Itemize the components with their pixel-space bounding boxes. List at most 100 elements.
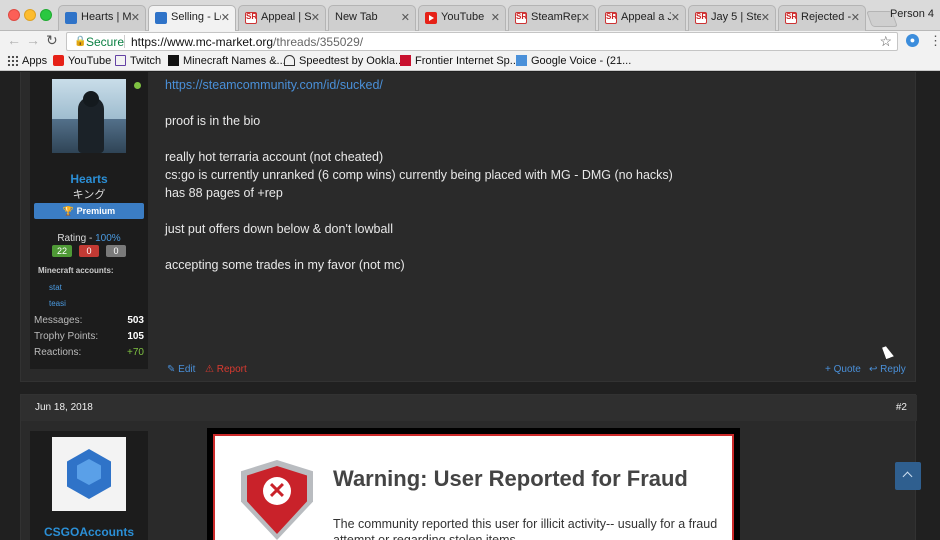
chrome-menu-icon[interactable]: ⋮ [929,33,940,49]
tab-hearts[interactable]: Hearts | MC ✕ [58,5,146,31]
post-header: Jun 18, 2018 #2 [21,395,917,421]
tab-new-tab[interactable]: New Tab ✕ [328,5,416,31]
url-path: /threads/355029/ [273,35,364,49]
close-tab-icon[interactable]: ✕ [581,11,590,24]
post-1: Hearts キング 🏆 Premium Rating - 100% 22 0 … [20,72,916,382]
tab-selling[interactable]: Selling - Le ✕ [148,5,236,32]
close-tab-icon[interactable]: ✕ [671,11,680,24]
back-arrow-icon[interactable]: ← [7,32,21,48]
frontier-icon [400,55,411,66]
minimize-window-button[interactable] [24,9,36,21]
mcm-favicon-icon [155,12,167,24]
url-text[interactable]: https://www.mc-market.org/threads/355029… [131,35,363,49]
bookmark-apps[interactable]: Apps [7,55,47,67]
minecraft-account-link[interactable]: teasi [49,299,66,308]
profile-name[interactable]: Person 4 [890,8,934,20]
close-window-button[interactable] [8,9,20,21]
maximize-window-button[interactable] [40,9,52,21]
online-status-icon [134,82,141,89]
tab-steamrep[interactable]: SteamRep ✕ [508,5,596,31]
steamrep-favicon-icon [605,12,617,24]
tab-appeal[interactable]: Appeal | St ✕ [238,5,326,31]
stat-messages: Messages: 503 [34,315,144,326]
steamrep-favicon-icon [785,12,797,24]
rating-neutral[interactable]: 0 [106,245,126,257]
rating-negative[interactable]: 0 [79,245,99,257]
bookmark-speedtest[interactable]: Speedtest by Ookla... [284,55,404,67]
error-x-icon: ✕ [263,477,291,505]
steamrep-favicon-icon [695,12,707,24]
username[interactable]: CSGOAccounts [30,525,148,539]
user-title: キング [72,189,106,201]
tab-rejected[interactable]: Rejected - A ✕ [778,5,866,31]
warning-title: Warning: User Reported for Fraud [333,466,688,491]
stat-reactions: Reactions: +70 [34,347,144,358]
post-line: has 88 pages of +rep [165,186,283,200]
lock-icon: 🔒 [74,36,87,47]
username[interactable]: Hearts [30,172,148,186]
pencil-icon: ✎ [167,364,179,375]
post-line: cs:go is currently unranked (6 comp wins… [165,168,673,182]
extension-icon[interactable]: ● [906,34,919,47]
close-tab-icon[interactable]: ✕ [311,11,320,24]
warning-text: The community reported this user for ill… [333,517,718,540]
forum-page: Hearts キング 🏆 Premium Rating - 100% 22 0 … [0,72,940,540]
stat-trophy-points: Trophy Points: 105 [34,331,144,342]
browser-toolbar: ← → ↻ 🔒 Secure https://www.mc-market.org… [0,31,940,52]
close-tab-icon[interactable]: ✕ [401,11,410,24]
rating-label: Rating - 100% [57,233,121,244]
close-tab-icon[interactable]: ✕ [131,11,140,24]
mcm-favicon-icon [65,12,77,24]
reply-button[interactable]: ↩ Reply [869,364,906,375]
tab-appeal-judgement[interactable]: Appeal a Ju ✕ [598,5,686,31]
bookmark-twitch[interactable]: Twitch [115,55,161,67]
tab-strip: Hearts | MC ✕ Selling - Le ✕ Appeal | St… [0,0,940,32]
minecraft-account-link[interactable]: stat [49,283,62,292]
post-line: proof is in the bio [165,114,261,128]
rating-positive[interactable]: 22 [52,245,72,257]
apps-grid-icon [7,55,18,66]
close-tab-icon[interactable]: ✕ [761,11,770,24]
edit-button[interactable]: ✎ Edit [167,364,195,375]
avatar[interactable] [52,79,126,153]
reload-icon[interactable]: ↻ [46,32,58,49]
avatar[interactable] [52,437,126,511]
close-tab-icon[interactable]: ✕ [851,11,860,24]
post-line: just put offers down below & don't lowba… [165,222,393,236]
post-line: accepting some trades in my favor (not m… [165,258,405,272]
bookmarks-bar: Apps YouTube Twitch Minecraft Names &...… [0,52,940,71]
scroll-to-top-button[interactable] [895,462,921,490]
bookmark-google-voice[interactable]: Google Voice - (21... [516,55,631,67]
report-button[interactable]: ⚠ Report [205,364,247,375]
reply-arrow-icon: ↩ [869,364,881,375]
steamrep-favicon-icon [245,12,257,24]
warning-icon: ⚠ [205,364,217,375]
forward-arrow-icon[interactable]: → [26,32,40,48]
google-voice-icon [516,55,527,66]
speedtest-icon [284,55,295,66]
namemc-icon [168,55,179,66]
post-line: really hot terraria account (not cheated… [165,150,384,164]
bookmark-minecraft-names[interactable]: Minecraft Names &... [168,55,286,67]
tab-jay5[interactable]: Jay 5 | Stea ✕ [688,5,776,31]
quote-button[interactable]: + Quote [825,364,861,375]
url-host: https://www.mc-market.org [131,35,274,49]
user-info-panel: Hearts キング 🏆 Premium Rating - 100% 22 0 … [30,72,148,369]
address-bar[interactable]: 🔒 Secure https://www.mc-market.org/threa… [66,32,898,51]
trophy-icon: 🏆 [62,206,77,216]
close-tab-icon[interactable]: ✕ [221,11,230,24]
steam-profile-link[interactable]: https://steamcommunity.com/id/sucked/ [165,76,383,94]
premium-badge: 🏆 Premium [34,203,144,219]
minecraft-accounts-label: Minecraft accounts: [38,266,114,275]
post-number[interactable]: #2 [896,402,907,413]
youtube-icon [53,55,64,66]
fraud-warning-image: ✕ Warning: User Reported for Fraud The c… [213,434,734,540]
close-tab-icon[interactable]: ✕ [491,11,500,24]
bookmark-youtube[interactable]: YouTube [53,55,111,67]
post-date[interactable]: Jun 18, 2018 [35,402,93,413]
user-info-panel: CSGOAccounts [30,431,148,540]
bookmark-frontier[interactable]: Frontier Internet Sp... [400,55,519,67]
tab-youtube[interactable]: YouTube ✕ [418,5,506,31]
steamrep-favicon-icon [515,12,527,24]
bookmark-star-icon[interactable]: ☆ [879,33,892,50]
